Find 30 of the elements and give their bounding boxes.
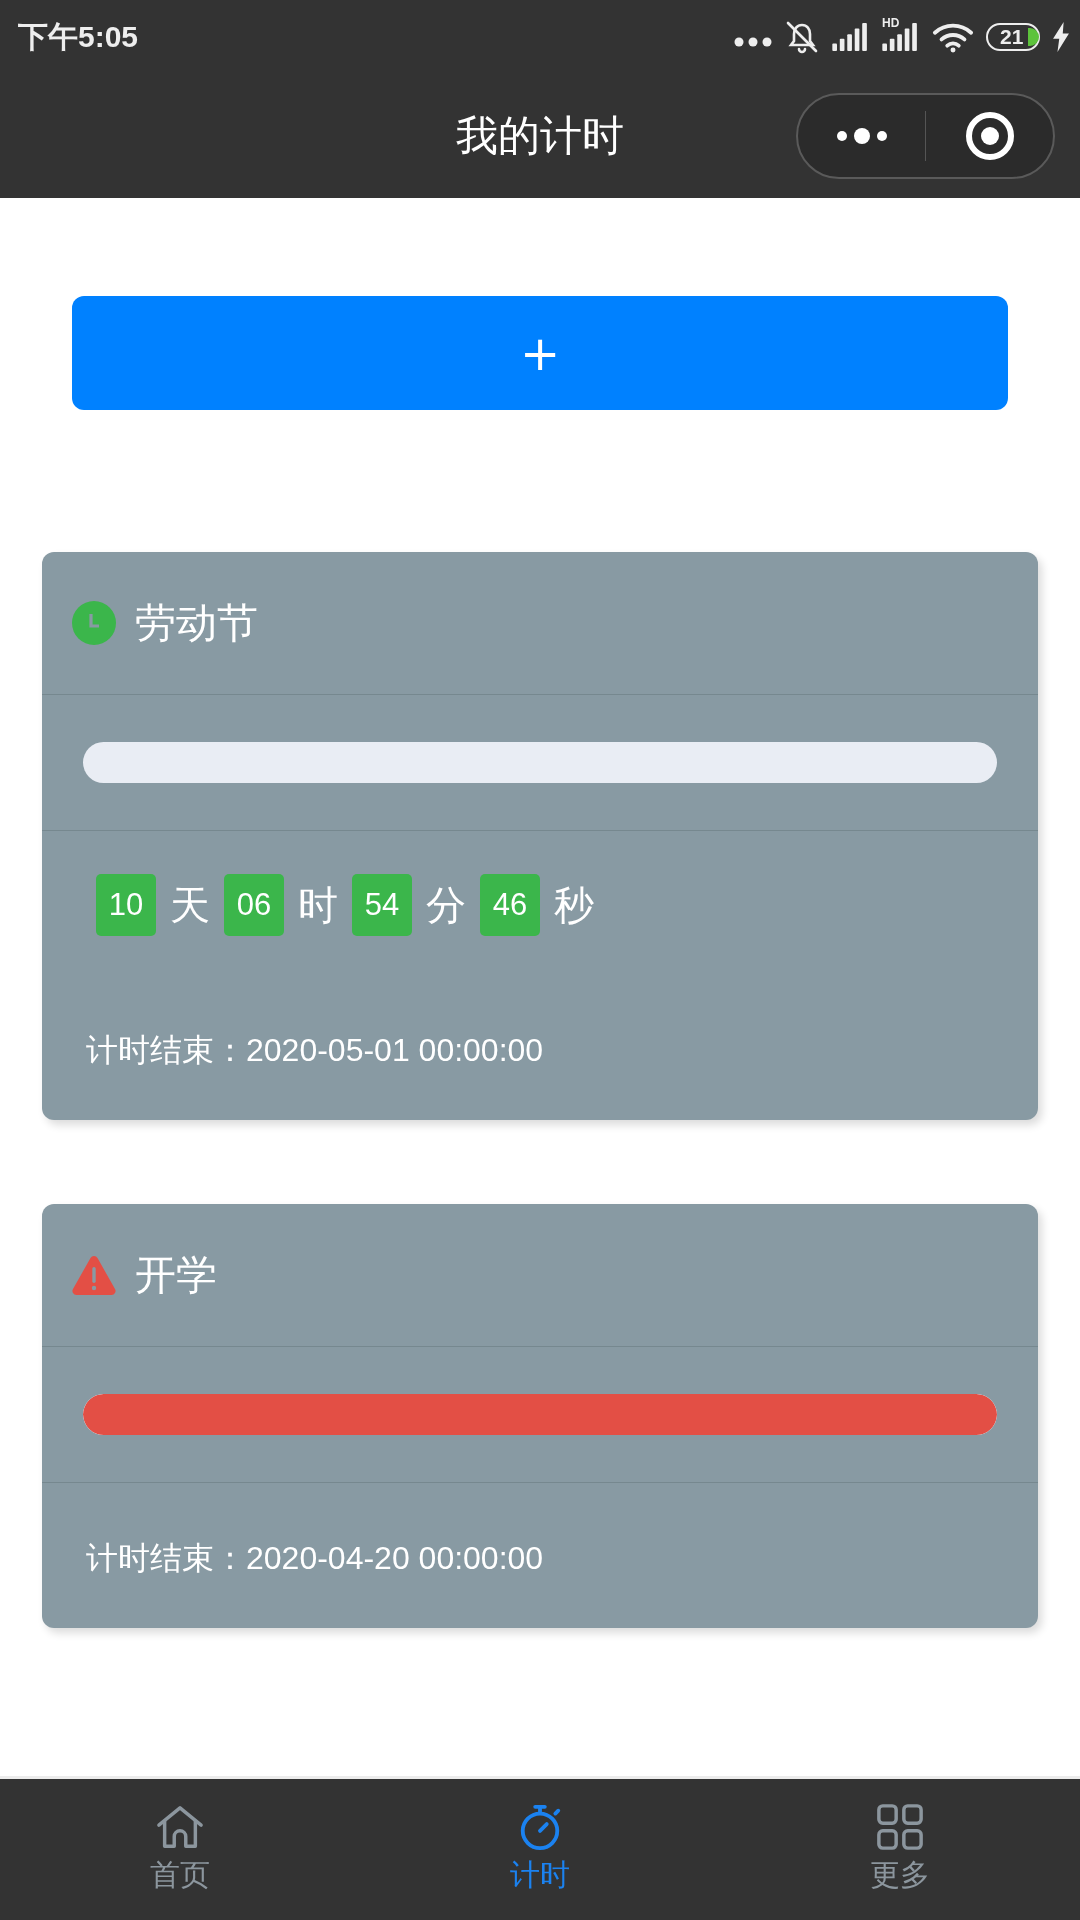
- timer-title: 开学: [135, 1251, 217, 1299]
- add-button[interactable]: +: [72, 296, 1008, 410]
- signal-icon: [832, 23, 870, 51]
- countdown-value: 06: [224, 874, 284, 936]
- timer-title: 劳动节: [135, 599, 258, 647]
- countdown-unit: 秒: [554, 882, 594, 929]
- muted-bell-icon: [784, 19, 820, 55]
- status-time: 下午5:05: [18, 19, 139, 55]
- countdown-value: 10: [96, 874, 156, 936]
- tab-item[interactable]: 首页: [0, 1779, 360, 1920]
- home-icon: [156, 1803, 204, 1851]
- charging-bolt-icon: [1052, 22, 1070, 52]
- battery-percent: 21: [1000, 26, 1024, 48]
- countdown-unit: 分: [426, 882, 466, 929]
- tab-item[interactable]: 更多: [720, 1779, 1080, 1920]
- battery-icon: [986, 23, 1040, 51]
- page-title: 我的计时: [456, 111, 624, 161]
- dots-icon: [734, 37, 772, 47]
- end-time-text: 计时结束：2020-05-01 00:00:00: [85, 1031, 545, 1070]
- wifi-icon: [932, 21, 974, 53]
- countdown-value: 46: [480, 874, 540, 936]
- countdown-unit: 天: [170, 882, 210, 929]
- countdown-unit: 时: [298, 882, 338, 929]
- target-icon: [964, 111, 1015, 161]
- more-icon: [835, 128, 888, 144]
- tab-item[interactable]: 计时: [360, 1779, 720, 1920]
- countdown-value: 54: [352, 874, 412, 936]
- network-type-label: HD: [882, 17, 900, 29]
- grid-icon: [876, 1803, 924, 1851]
- end-time-text: 计时结束：2020-04-20 00:00:00: [85, 1539, 545, 1578]
